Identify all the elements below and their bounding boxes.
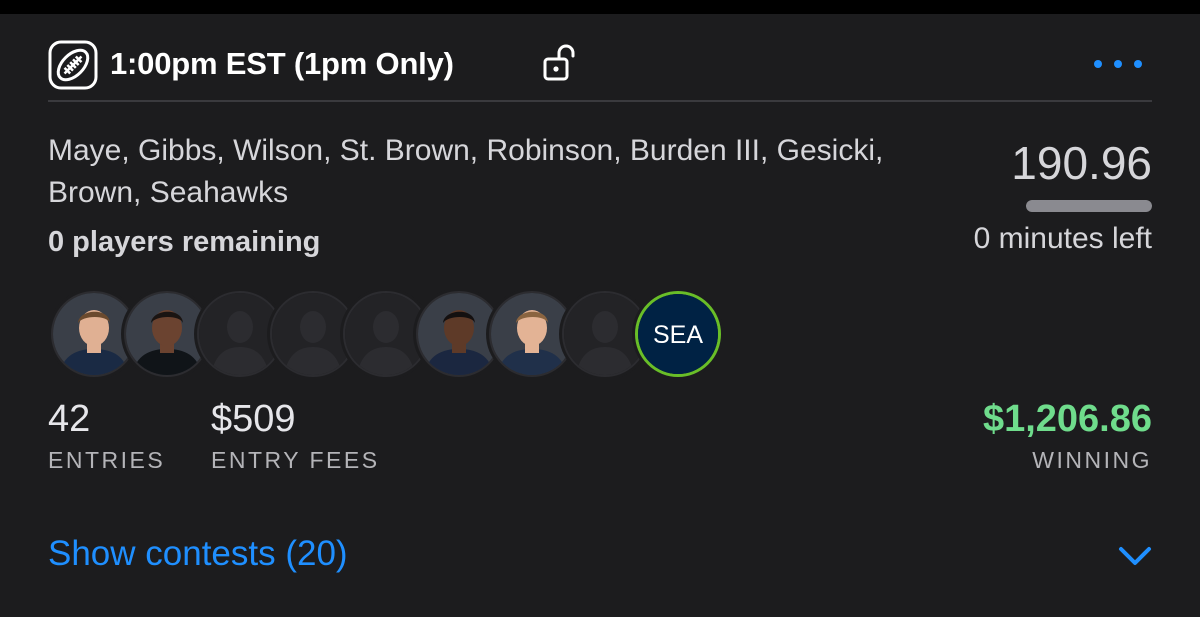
lineup-player-names: Maye, Gibbs, Wilson, St. Brown, Robinson… xyxy=(48,134,884,209)
entry-fees-value: $509 xyxy=(211,398,296,440)
show-contests-link[interactable]: Show contests (20) xyxy=(48,534,348,574)
entries-stat: 42 ENTRIES xyxy=(48,398,165,474)
more-dot xyxy=(1114,60,1122,68)
team-avatar-seahawks[interactable]: SEA xyxy=(632,288,724,380)
winning-stat: $1,206.86 WINNING xyxy=(983,398,1152,474)
entry-fees-stat: $509 ENTRY FEES xyxy=(211,398,380,474)
time-left: 0 minutes left xyxy=(973,222,1152,255)
winning-label: WINNING xyxy=(1032,447,1152,473)
winning-value: $1,206.86 xyxy=(982,398,1152,440)
chevron-down-icon[interactable] xyxy=(1118,544,1152,568)
more-dot xyxy=(1134,60,1142,68)
unlocked-icon xyxy=(543,44,575,81)
header-divider xyxy=(48,100,1152,102)
time-progress-bar xyxy=(1026,200,1152,212)
avatar-frame: SEA xyxy=(635,291,721,377)
team-abbr: SEA xyxy=(653,321,703,349)
more-options-button[interactable] xyxy=(1092,50,1152,74)
entries-value: 42 xyxy=(48,398,91,440)
entries-label: ENTRIES xyxy=(48,447,166,473)
entry-fees-label: ENTRY FEES xyxy=(211,447,380,473)
player-avatar-row[interactable]: SEA xyxy=(48,288,748,384)
lineup-score: 190.96 xyxy=(1011,137,1152,189)
football-icon xyxy=(48,40,98,90)
more-dots-icon xyxy=(1094,60,1102,68)
card-header: 1:00pm EST (1pm Only) xyxy=(48,40,1152,90)
slate-title: 1:00pm EST (1pm Only) xyxy=(110,46,454,81)
time-progress-fill xyxy=(1026,200,1152,212)
top-strip xyxy=(0,0,1200,14)
players-remaining: 0 players remaining xyxy=(48,226,321,258)
lineup-card: 1:00pm EST (1pm Only) Maye, Gibbs, Wilso… xyxy=(0,14,1200,617)
